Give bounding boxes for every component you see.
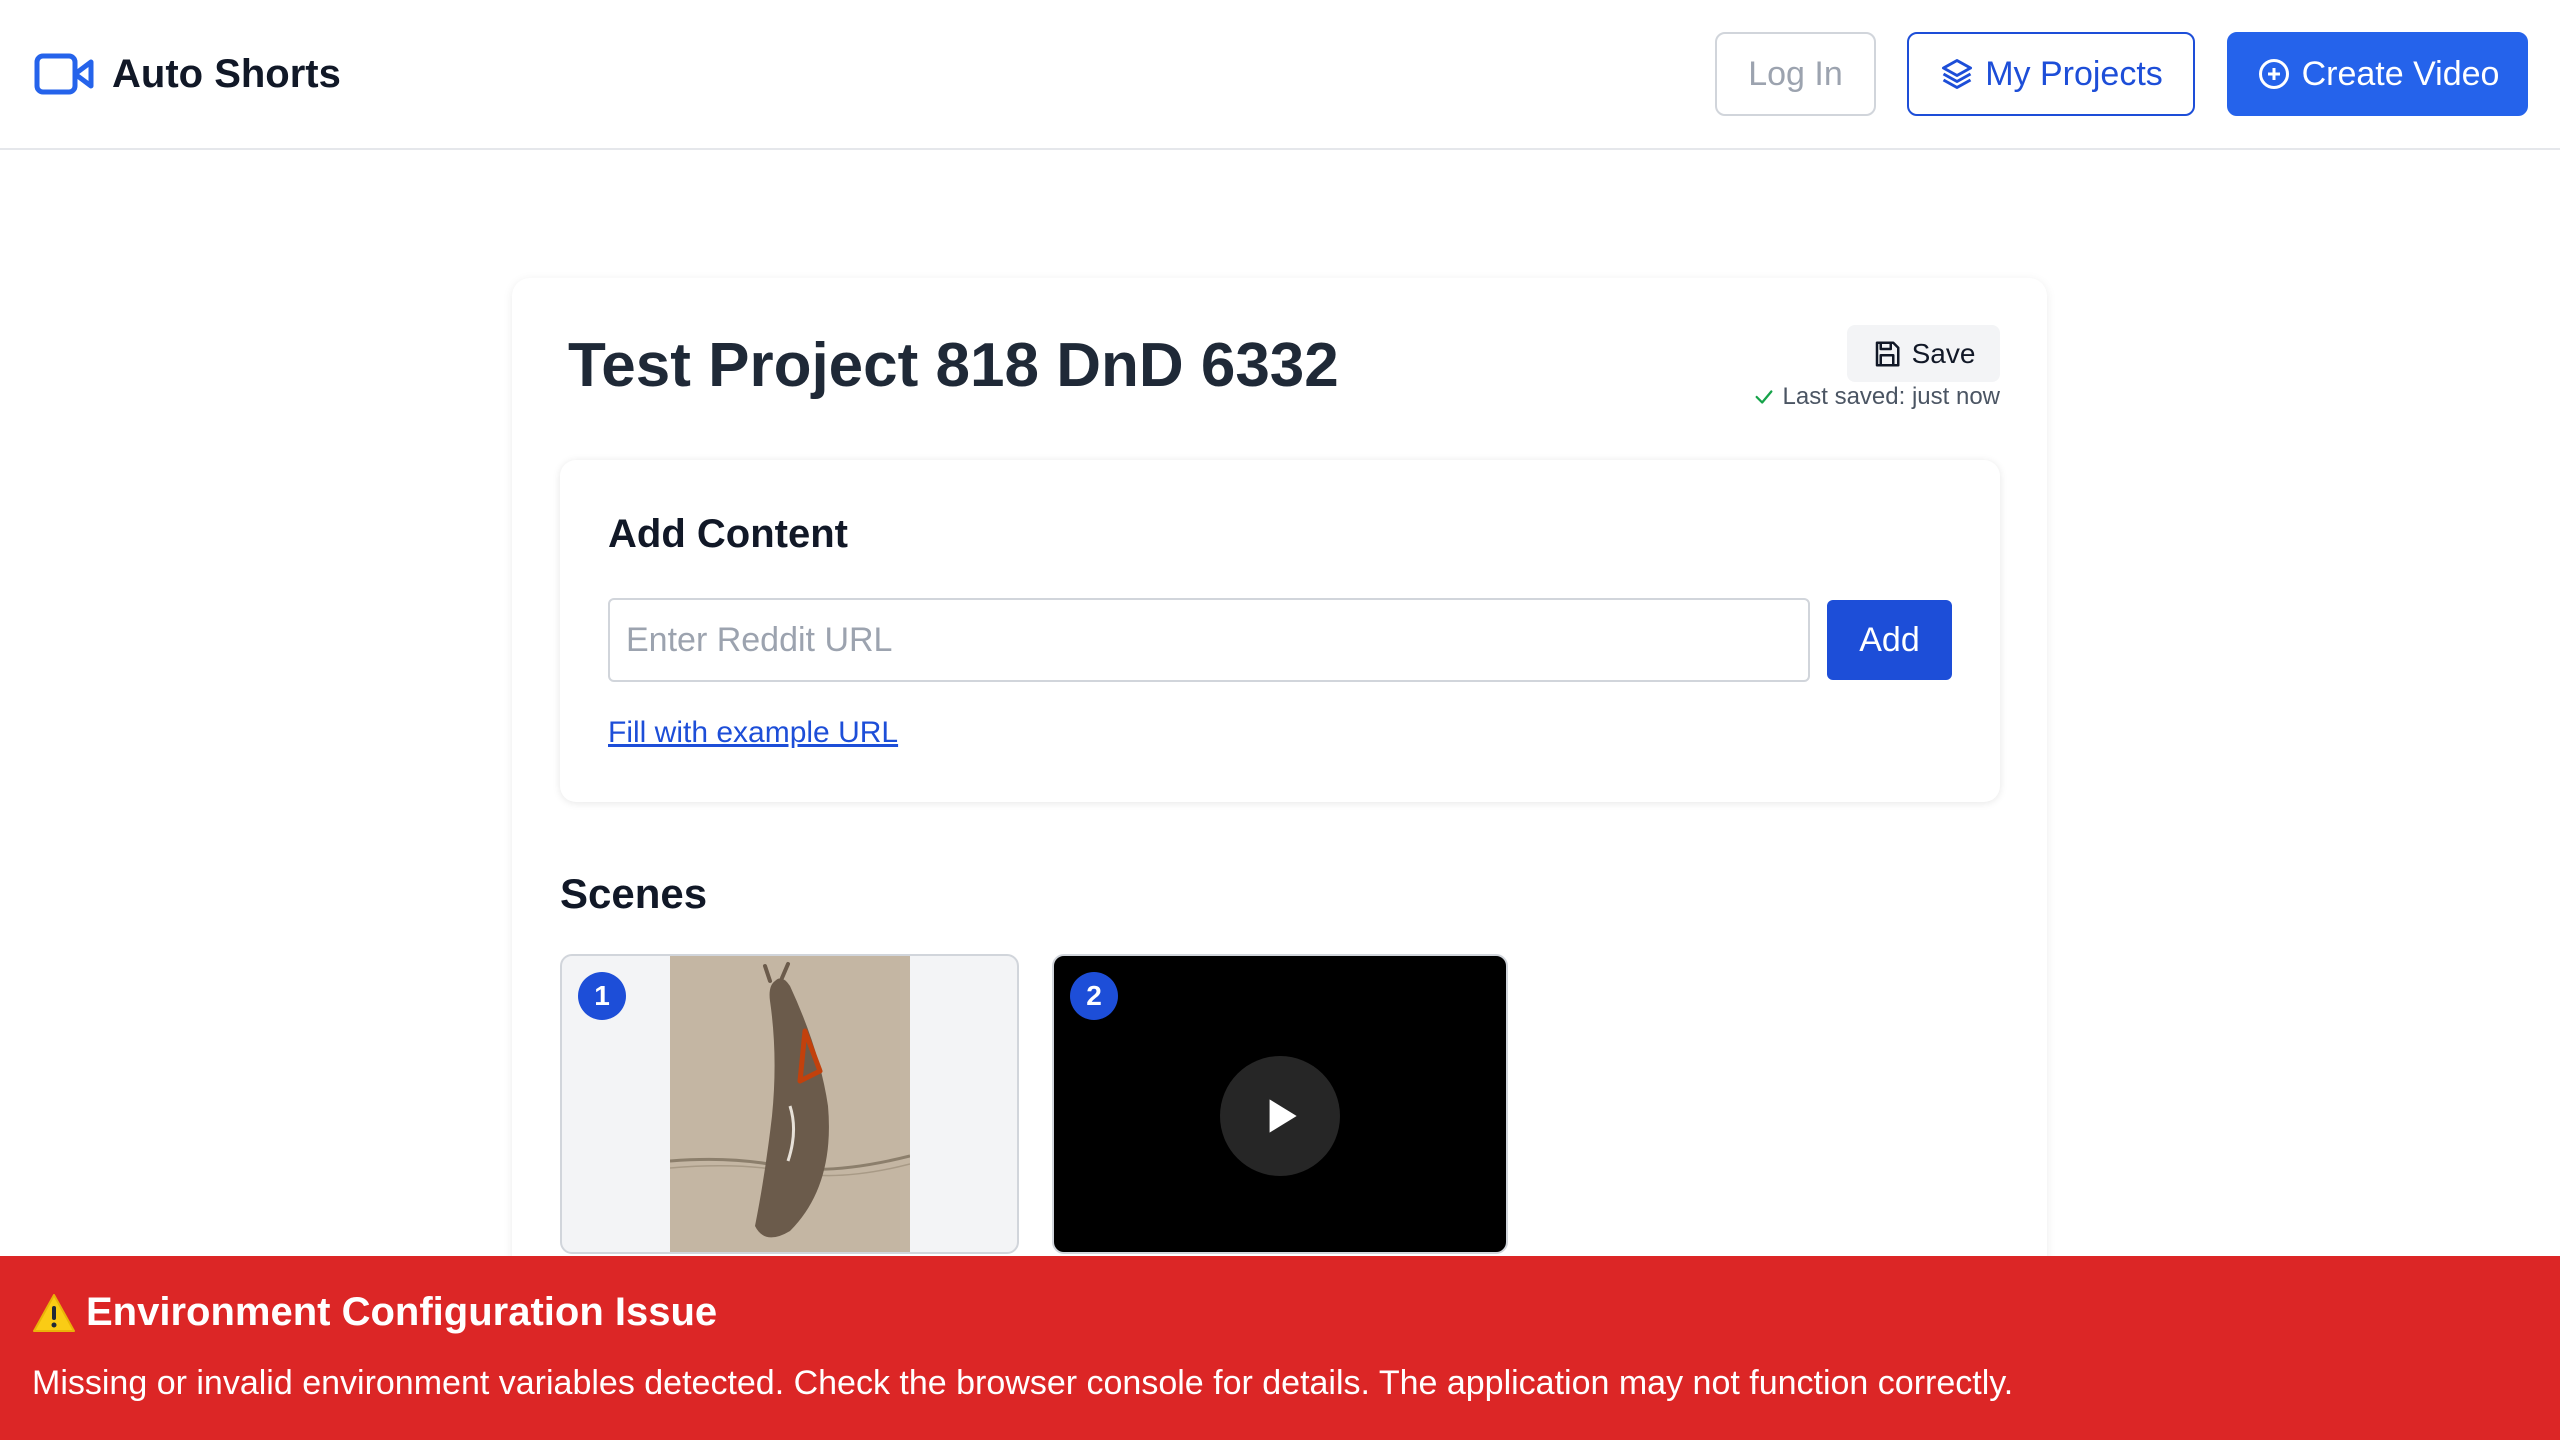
scene-number-badge: 1 — [578, 972, 626, 1020]
my-projects-label: My Projects — [1985, 54, 2163, 93]
login-label: Log In — [1748, 54, 1843, 93]
warning-icon — [33, 1293, 75, 1332]
brand-name: Auto Shorts — [112, 51, 341, 96]
error-banner — [0, 1256, 2560, 1440]
save-button[interactable]: Save — [1847, 325, 2000, 382]
create-video-button[interactable]: Create Video — [2227, 32, 2528, 116]
login-button[interactable]: Log In — [1715, 32, 1876, 116]
brand-logo[interactable]: Auto Shorts — [34, 48, 341, 100]
save-icon — [1875, 341, 1900, 366]
save-label: Save — [1911, 337, 1976, 369]
scene-thumbnail-image — [670, 956, 910, 1252]
plus-circle-icon — [2258, 59, 2289, 89]
play-icon — [1269, 1099, 1297, 1133]
error-title-text: Environment Configuration Issue — [86, 1290, 718, 1334]
error-title: Environment Configuration Issue — [32, 1290, 717, 1335]
project-title: Test Project 818 DnD 6332 — [568, 331, 1339, 400]
play-button[interactable] — [1220, 1056, 1340, 1176]
top-navbar: Auto Shorts Log In My Projects Create Vi… — [0, 0, 2560, 150]
error-message: Missing or invalid environment variables… — [32, 1364, 2014, 1402]
video-camera-icon — [34, 53, 94, 95]
add-button[interactable]: Add — [1827, 600, 1952, 680]
scenes-title: Scenes — [560, 870, 708, 917]
check-icon — [1755, 390, 1773, 404]
create-video-label: Create Video — [2301, 54, 2500, 93]
save-status-text: Last saved: just now — [1782, 383, 2000, 410]
my-projects-button[interactable]: My Projects — [1907, 32, 2195, 116]
scene-card[interactable]: 1 — [560, 954, 1019, 1254]
save-status: Last saved: just now — [1738, 382, 2000, 412]
add-content-title: Add Content — [608, 512, 848, 556]
layers-icon — [1942, 59, 1973, 89]
scene-number-badge: 2 — [1070, 972, 1118, 1020]
reddit-url-input[interactable] — [608, 598, 1810, 682]
scene-card[interactable]: 2 — [1052, 954, 1508, 1254]
fill-example-link[interactable]: Fill with example URL — [608, 716, 898, 750]
